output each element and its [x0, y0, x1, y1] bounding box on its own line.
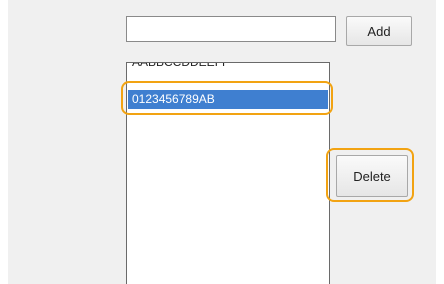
entry-text-input[interactable]: [126, 16, 336, 42]
list-item[interactable]: AABBCCDDEEFF: [128, 63, 328, 72]
delete-button-highlight: [326, 148, 414, 202]
selected-item-highlight: [121, 81, 333, 115]
add-button[interactable]: Add: [346, 16, 412, 46]
